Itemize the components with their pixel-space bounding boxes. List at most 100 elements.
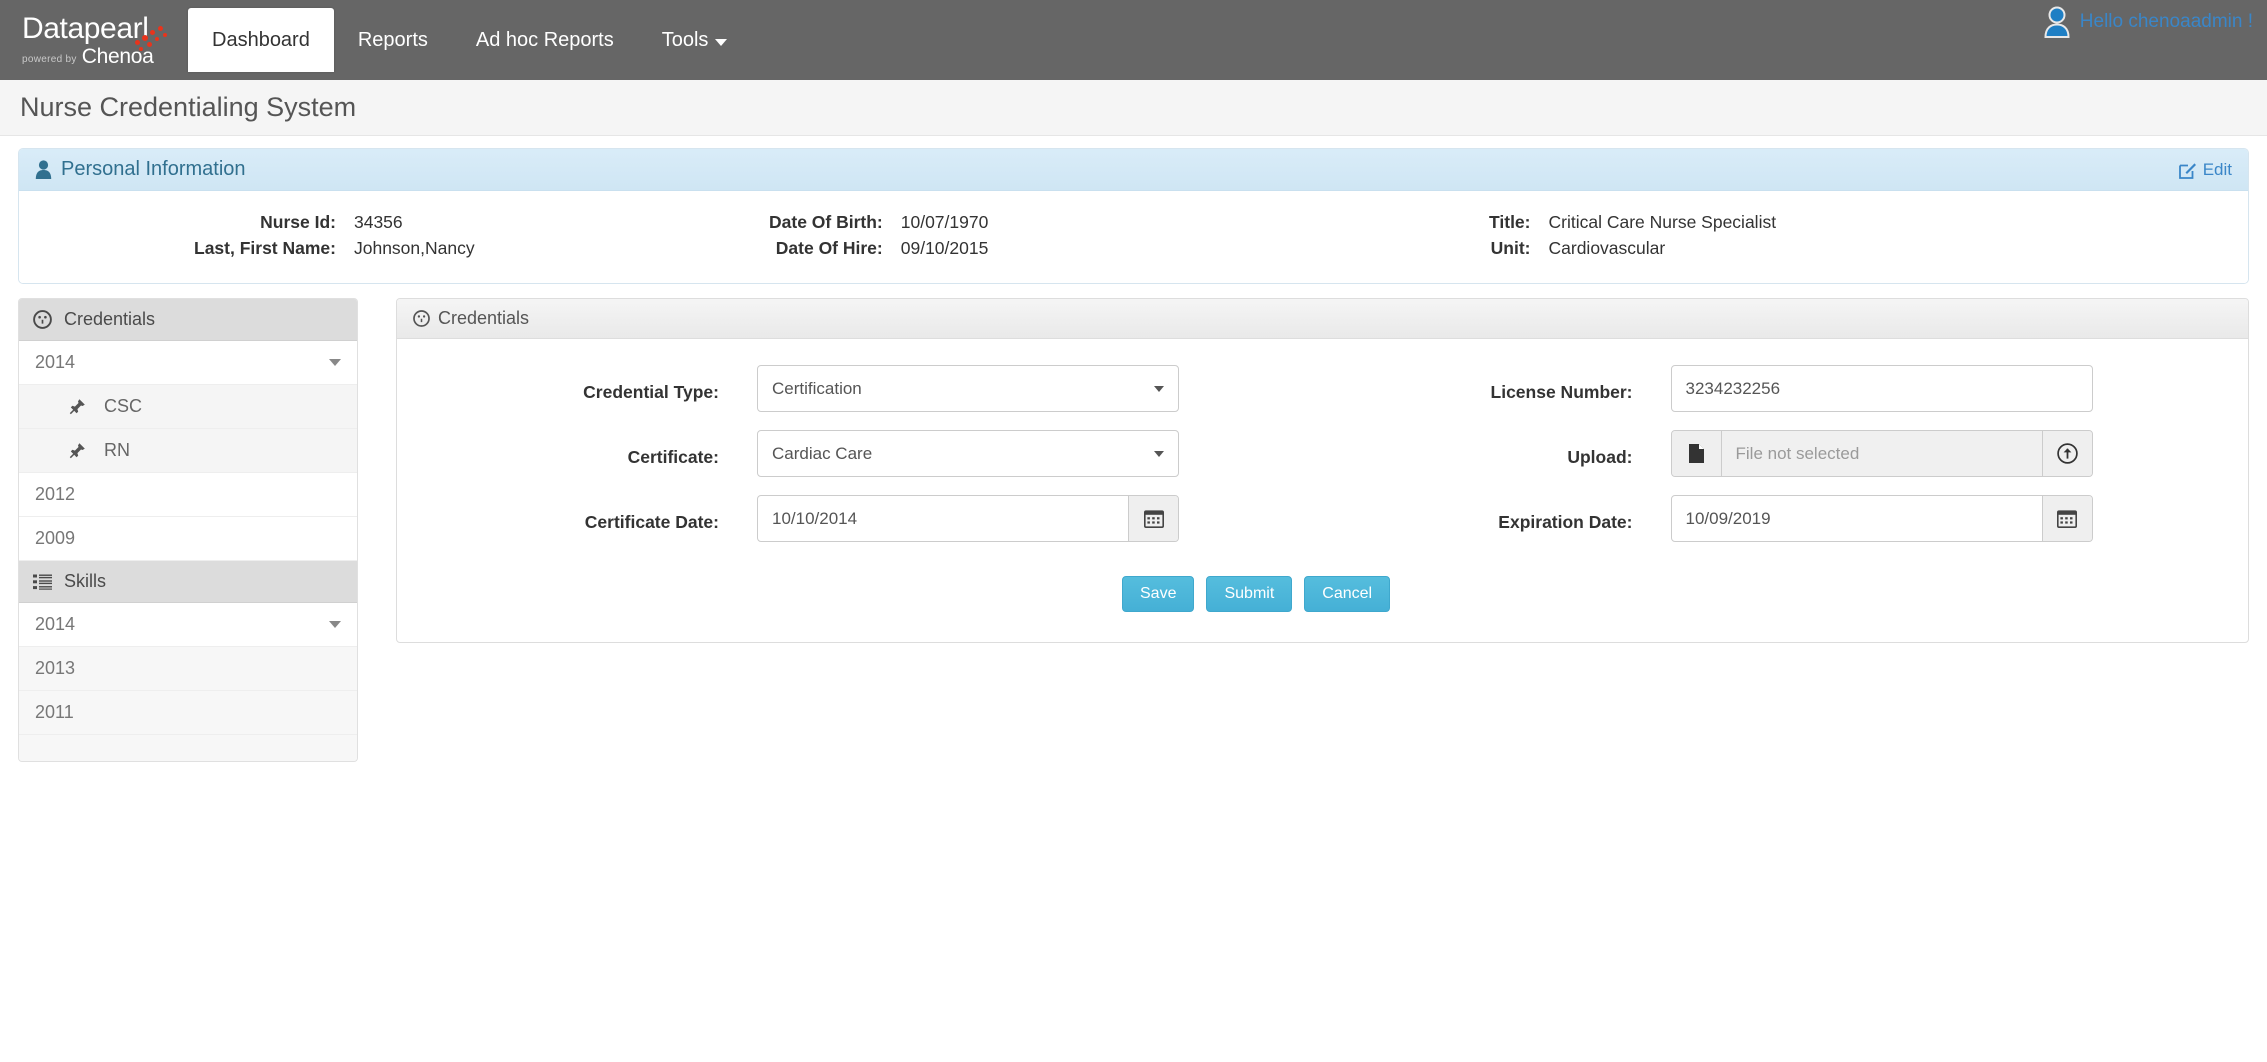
field-label-unit: Unit:: [1490, 238, 1531, 258]
user-account-area[interactable]: Hello chenoaadmin !: [2042, 6, 2253, 38]
nav-item-label: Ad hoc Reports: [475, 28, 614, 51]
label-certificate-date: Certificate Date:: [584, 512, 719, 532]
license-number-value: 3234232256: [1685, 378, 1781, 398]
upload-input-group[interactable]: File not selected: [1670, 430, 2093, 477]
field-value-last-first-name: Johnson,Nancy: [353, 238, 475, 258]
field-label-date-of-birth: Date Of Birth:: [769, 212, 883, 232]
personal-information-header: Personal Information Edit: [19, 149, 2248, 191]
edit-pencil-icon: [2178, 162, 2196, 179]
save-button[interactable]: Save: [1122, 576, 1195, 612]
chevron-down-icon: [329, 621, 341, 628]
license-number-input[interactable]: 3234232256: [1670, 365, 2093, 412]
upload-submit-button[interactable]: [2041, 431, 2092, 476]
credentials-form-title: Credentials: [438, 308, 530, 328]
personal-information-body: Nurse Id: Last, First Name: 34356 Johnso…: [19, 191, 2248, 283]
field-value-title: Critical Care Nurse Specialist: [1548, 212, 1777, 232]
credential-type-select[interactable]: Certification: [757, 365, 1179, 412]
sidebar-item-credential-rn[interactable]: RN: [19, 429, 357, 473]
sidebar-item-credentials-2009[interactable]: 2009: [19, 517, 357, 561]
file-icon: [1688, 444, 1704, 463]
brand-powered-by: powered by: [22, 53, 77, 65]
pin-icon: [69, 443, 85, 459]
sidebar-item-credential-csc[interactable]: CSC: [19, 385, 357, 429]
user-greeting: Hello chenoaadmin !: [2079, 11, 2253, 32]
credentials-form-header: Credentials: [397, 299, 2248, 339]
person-icon: [35, 160, 52, 179]
sidebar-item-label: 2012: [35, 484, 76, 504]
credentials-form-body: Credential Type: Certificate: Certificat…: [397, 339, 2248, 642]
top-navigation-bar: Datapearl powered by Chenoa Dashboard Re…: [0, 0, 2267, 80]
credentials-sidebar: Credentials 2014 CSC RN 2012 2009 Skills…: [18, 298, 358, 762]
nav-item-label: Tools: [661, 28, 709, 51]
field-label-date-of-hire: Date Of Hire:: [775, 238, 883, 258]
sidebar-item-credentials-2014[interactable]: 2014: [19, 341, 357, 385]
expiration-date-value: 10/09/2019: [1685, 508, 1771, 528]
form-column-left: Credential Type: Certificate: Certificat…: [397, 365, 1323, 560]
certificate-date-picker-button[interactable]: [1128, 496, 1178, 541]
nav-item-dashboard[interactable]: Dashboard: [188, 8, 334, 72]
nav-item-tools[interactable]: Tools: [638, 0, 752, 80]
sidebar-item-skills-2014[interactable]: 2014: [19, 603, 357, 647]
sidebar-item-credentials-2012[interactable]: 2012: [19, 473, 357, 517]
sidebar-group-skills[interactable]: Skills: [19, 561, 357, 603]
certificate-select[interactable]: Cardiac Care: [757, 430, 1179, 477]
primary-nav: Dashboard Reports Ad hoc Reports Tools: [188, 0, 751, 80]
nav-item-reports[interactable]: Reports: [334, 0, 452, 80]
sidebar-footer-spacer: [19, 735, 357, 761]
expiration-date-input-group[interactable]: 10/09/2019: [1670, 495, 2093, 542]
chevron-down-icon: [715, 38, 728, 46]
field-label-last-first-name: Last, First Name:: [194, 238, 336, 258]
personal-info-column-3: Title: Unit: Critical Care Nurse Special…: [1359, 209, 1959, 261]
edit-personal-information-button[interactable]: Edit: [2178, 159, 2232, 180]
user-avatar-icon: [2044, 6, 2070, 38]
sidebar-group-credentials[interactable]: Credentials: [19, 299, 357, 341]
label-upload: Upload:: [1567, 447, 1633, 467]
form-column-right: License Number: Upload: Expiration Date:…: [1323, 365, 2249, 560]
field-value-date-of-birth: 10/07/1970: [900, 212, 989, 232]
label-certificate: Certificate:: [627, 447, 719, 467]
credentials-form-panel: Credentials Credential Type: Certificate…: [396, 298, 2249, 643]
main-row: Credentials 2014 CSC RN 2012 2009 Skills…: [18, 298, 2249, 762]
sidebar-item-label: 2014: [35, 352, 76, 372]
nav-item-ad-hoc-reports[interactable]: Ad hoc Reports: [452, 0, 638, 80]
cancel-button[interactable]: Cancel: [1304, 576, 1391, 612]
clock-icon: [33, 310, 52, 329]
field-label-title: Title:: [1489, 212, 1531, 232]
sidebar-item-label: 2009: [35, 528, 76, 548]
edit-label: Edit: [2202, 159, 2232, 179]
sidebar-item-skills-2013[interactable]: 2013: [19, 647, 357, 691]
sidebar-item-label: 2013: [35, 658, 76, 678]
brand-dots-icon: [133, 26, 173, 52]
certificate-date-value: 10/10/2014: [772, 508, 858, 528]
upload-arrow-icon: [2056, 443, 2078, 464]
form-action-buttons: Save Submit Cancel: [397, 576, 2248, 612]
sidebar-item-label: 2014: [35, 614, 76, 634]
sidebar-item-label: 2011: [35, 702, 74, 722]
page-content: Personal Information Edit Nurse Id: Last…: [0, 136, 2267, 762]
sidebar-item-skills-2011[interactable]: 2011: [19, 691, 357, 735]
page-title: Nurse Credentialing System: [20, 92, 357, 122]
personal-info-column-2: Date Of Birth: Date Of Hire: 10/07/1970 …: [719, 209, 1359, 261]
chevron-down-icon: [329, 359, 341, 366]
pin-icon: [69, 399, 85, 415]
clock-icon: [413, 310, 430, 327]
sidebar-item-label: RN: [104, 440, 130, 460]
personal-information-title: Personal Information: [61, 158, 246, 180]
certificate-date-input-group[interactable]: 10/10/2014: [757, 495, 1179, 542]
calendar-icon: [1143, 510, 1164, 528]
field-value-unit: Cardiovascular: [1548, 238, 1666, 258]
nav-item-label: Reports: [357, 28, 428, 51]
page-title-bar: Nurse Credentialing System: [0, 80, 2267, 136]
expiration-date-picker-button[interactable]: [2041, 496, 2092, 541]
nav-item-label: Dashboard: [212, 28, 310, 51]
calendar-icon: [2057, 510, 2077, 528]
brand-logo[interactable]: Datapearl powered by Chenoa: [0, 0, 188, 80]
submit-button[interactable]: Submit: [1206, 576, 1293, 612]
field-label-nurse-id: Nurse Id:: [260, 212, 336, 232]
browse-file-button[interactable]: [1671, 431, 1722, 476]
field-value-date-of-hire: 09/10/2015: [900, 238, 989, 258]
credential-type-value: Certification: [772, 378, 862, 398]
label-expiration-date: Expiration Date:: [1498, 512, 1633, 532]
label-credential-type: Credential Type:: [583, 382, 719, 402]
sidebar-group-label: Credentials: [64, 309, 156, 329]
